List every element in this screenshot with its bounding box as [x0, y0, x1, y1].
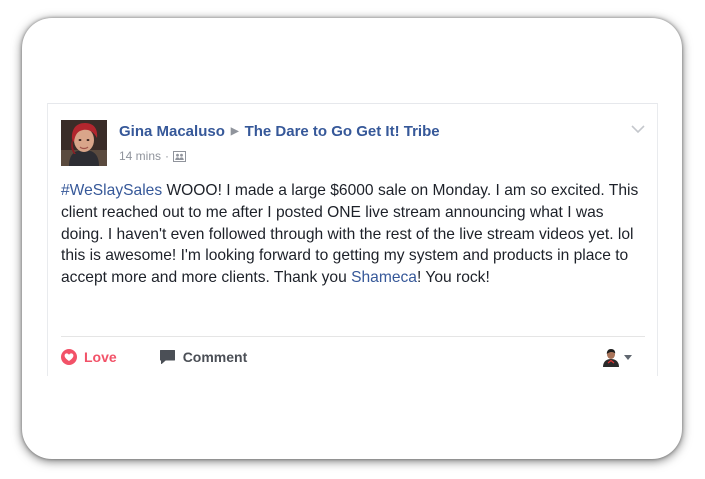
author-avatar[interactable]: [61, 120, 107, 166]
post-header: Gina Macaluso ▶ The Dare to Go Get It! Tri…: [119, 123, 440, 140]
mention-link[interactable]: Shameca: [351, 269, 417, 286]
post-actions: Love Comment: [61, 347, 247, 367]
group-name-link[interactable]: The Dare to Go Get It! Tribe: [245, 123, 440, 140]
actions-divider: [61, 336, 645, 337]
post-meta: 14 mins ·: [119, 149, 187, 163]
post-body: #WeSlaySales WOOO! I made a large $6000 …: [61, 180, 647, 289]
comment-button[interactable]: Comment: [159, 349, 248, 365]
comment-label: Comment: [182, 349, 248, 365]
user-avatar-icon: [601, 347, 621, 367]
triangle-right-icon: ▶: [230, 126, 239, 137]
heart-icon: [61, 349, 77, 365]
post-timestamp-link[interactable]: 14 mins: [119, 149, 161, 163]
meta-separator: ·: [165, 149, 170, 163]
comment-bubble-icon: [159, 350, 175, 364]
post-text-end: ! You rock!: [416, 269, 490, 287]
love-label: Love: [84, 349, 117, 365]
post-as-selector[interactable]: [601, 347, 632, 367]
love-button[interactable]: Love: [61, 349, 117, 365]
chevron-down-icon[interactable]: [631, 121, 645, 134]
author-name-link[interactable]: Gina Macaluso: [119, 123, 225, 140]
group-icon[interactable]: [173, 150, 187, 162]
hashtag-link[interactable]: #WeSlaySales: [61, 182, 162, 199]
facebook-post: Gina Macaluso ▶ The Dare to Go Get It! Tri…: [47, 103, 658, 376]
caret-down-icon: [624, 354, 632, 360]
